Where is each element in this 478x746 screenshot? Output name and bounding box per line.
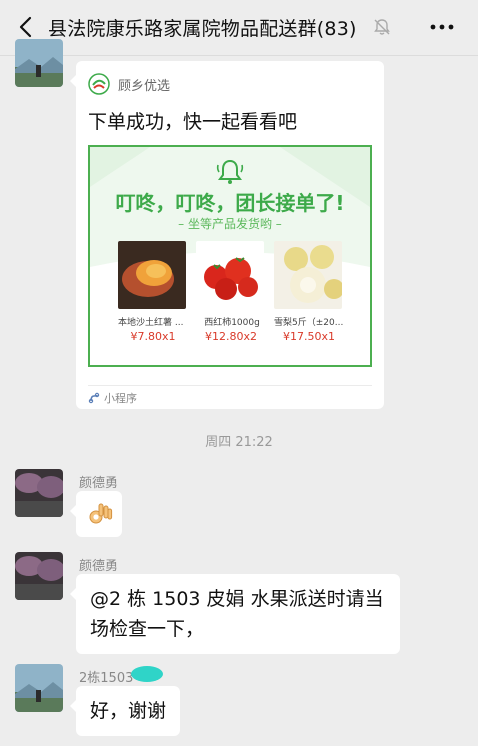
message-bubble[interactable]: 好，谢谢 xyxy=(69,686,181,736)
avatar[interactable] xyxy=(15,469,63,517)
product-item: 雪梨5斤（±20... ¥17.50x1 xyxy=(274,241,344,343)
sender-name: 颜德勇 xyxy=(79,559,119,574)
chat-header: 县法院康乐路家属院物品配送群(83) xyxy=(0,0,478,56)
message-line: @2 栋 1503 皮娟 水果派送时请当 xyxy=(90,588,384,610)
sender-name: 颜德勇 xyxy=(79,476,119,491)
product-name: 本地沙土红薯 ... xyxy=(118,318,184,328)
pear-image xyxy=(274,241,342,309)
product-name: 雪梨5斤（±20... xyxy=(274,318,344,328)
product-price: ¥17.50x1 xyxy=(283,330,335,343)
shop-logo-icon xyxy=(88,73,110,95)
sweet-potato-image xyxy=(118,241,186,309)
card-divider xyxy=(88,385,372,386)
product-price: ¥12.80x2 xyxy=(205,330,257,343)
mini-program-icon xyxy=(88,392,100,404)
product-name: 西红柿1000g xyxy=(204,318,260,328)
product-item: 西红柿1000g ¥12.80x2 xyxy=(196,241,266,343)
more-dots-icon[interactable] xyxy=(427,16,457,38)
bell-muted-icon xyxy=(374,19,390,35)
avatar[interactable] xyxy=(15,664,63,712)
sender-name: 2栋1503 xyxy=(79,671,134,686)
card-source-name: 顾乡优选 xyxy=(118,78,171,94)
order-banner: 叮咚，叮咚，团长接单了! – 坐等产品发货哟 – 本地沙土红薯 ... ¥7.8… xyxy=(88,145,372,367)
message-bubble[interactable]: @2 栋 1503 皮娟 水果派送时请当 场检查一下， xyxy=(70,574,400,654)
tomato-image xyxy=(196,241,264,309)
card-text: 下单成功，快一起看看吧 xyxy=(88,111,298,133)
timestamp: 周四 21:22 xyxy=(205,435,273,450)
chat-title: 县法院康乐路家属院物品配送群(83) xyxy=(48,18,357,40)
product-price: ¥7.80x1 xyxy=(130,330,176,343)
bell-icon xyxy=(216,159,244,184)
card-source: 顾乡优选 xyxy=(88,73,170,95)
avatar[interactable] xyxy=(15,552,63,600)
back-chevron-icon[interactable] xyxy=(12,12,40,42)
message-line: 场检查一下， xyxy=(90,618,205,640)
redaction-mark xyxy=(131,666,163,682)
banner-subline: – 坐等产品发货哟 – xyxy=(178,217,282,231)
card-footer: 小程序 xyxy=(88,390,137,406)
product-item: 本地沙土红薯 ... ¥7.80x1 xyxy=(118,241,188,343)
mini-program-card[interactable]: 顾乡优选 下单成功，快一起看看吧 叮咚，叮咚，团长接单了! – 坐等产品发货哟 … xyxy=(70,61,384,409)
ok-hand-icon xyxy=(89,503,113,524)
avatar[interactable] xyxy=(15,39,63,87)
banner-headline: 叮咚，叮咚，团长接单了! xyxy=(115,191,345,215)
card-footer-label: 小程序 xyxy=(104,392,137,405)
emoji-bubble[interactable] xyxy=(70,491,122,537)
